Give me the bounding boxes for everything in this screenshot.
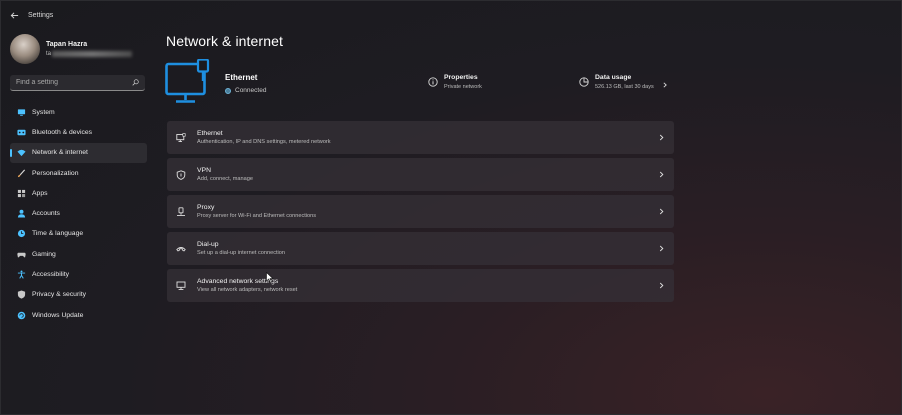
- settings-list: Ethernet Authentication, IP and DNS sett…: [167, 121, 674, 306]
- ethernet-monitor-icon: [176, 132, 186, 143]
- title-bar: Settings: [1, 1, 901, 29]
- phone-icon: [176, 244, 186, 254]
- user-profile[interactable]: Tapan Hazra ta: [10, 34, 133, 64]
- data-usage-title: Data usage: [595, 74, 632, 81]
- card-subtitle: Proxy server for Wi-Fi and Ethernet conn…: [197, 213, 317, 219]
- vpn-shield-icon: [176, 169, 186, 180]
- wifi-icon: [16, 148, 26, 158]
- ethernet-hero-icon: [165, 58, 215, 109]
- page-title: Network & internet: [166, 33, 283, 49]
- sidebar-item-windows-update[interactable]: Windows Update: [10, 305, 147, 325]
- back-button[interactable]: [3, 1, 25, 29]
- card-title: Dial-up: [197, 241, 219, 248]
- accessibility-icon: [16, 270, 26, 280]
- card-title: Ethernet: [197, 130, 223, 137]
- sidebar-item-system[interactable]: System: [10, 102, 147, 122]
- sidebar-item-label: Accessibility: [32, 271, 70, 279]
- app-title: Settings: [28, 11, 54, 19]
- dial-up-card[interactable]: Dial-up Set up a dial-up internet connec…: [167, 232, 674, 265]
- sidebar-item-label: Accounts: [32, 210, 60, 218]
- update-icon: [16, 310, 26, 320]
- data-usage-subtitle: 526.13 GB, last 30 days: [595, 84, 654, 90]
- data-usage-link[interactable]: Data usage 526.13 GB, last 30 days: [579, 74, 668, 90]
- card-subtitle: Set up a dial-up internet connection: [197, 250, 286, 256]
- chevron-right-icon: [662, 82, 668, 88]
- sidebar-item-network[interactable]: Network & internet: [10, 142, 147, 163]
- profile-email: ta: [46, 51, 133, 57]
- brush-icon: [16, 168, 26, 178]
- connection-title: Ethernet: [225, 73, 258, 82]
- mouse-cursor-icon: [266, 272, 274, 283]
- arrow-left-icon: [10, 11, 18, 19]
- sidebar-item-label: Time & language: [32, 230, 84, 238]
- properties-title: Properties: [444, 74, 478, 81]
- controller-icon: [16, 249, 26, 259]
- sidebar-item-personalization[interactable]: Personalization: [10, 163, 147, 183]
- search-icon[interactable]: [132, 79, 139, 86]
- network-pc-icon: [176, 281, 186, 291]
- status-dot-icon: [225, 87, 231, 94]
- chevron-right-icon: [658, 245, 665, 252]
- ethernet-card[interactable]: Ethernet Authentication, IP and DNS sett…: [167, 121, 674, 154]
- search-box[interactable]: [10, 75, 145, 91]
- sidebar-item-label: Bluetooth & devices: [32, 128, 93, 136]
- chevron-right-icon: [658, 208, 665, 215]
- search-input[interactable]: [16, 79, 132, 86]
- card-subtitle: View all network adapters, network reset: [197, 287, 298, 293]
- card-title: Proxy: [197, 204, 215, 211]
- sidebar-item-gaming[interactable]: Gaming: [10, 244, 147, 264]
- properties-subtitle: Private network: [444, 84, 482, 90]
- vpn-card[interactable]: VPN Add, connect, manage: [167, 158, 674, 191]
- chevron-right-icon: [658, 171, 665, 178]
- profile-name: Tapan Hazra: [46, 41, 88, 48]
- sidebar-nav: System Bluetooth & devices Network & int…: [10, 102, 147, 325]
- sidebar-item-label: Apps: [32, 189, 48, 197]
- sidebar-item-accounts[interactable]: Accounts: [10, 203, 147, 223]
- avatar: [10, 34, 40, 64]
- sidebar-item-privacy[interactable]: Privacy & security: [10, 285, 147, 305]
- advanced-network-settings-card[interactable]: Advanced network settings View all netwo…: [167, 269, 674, 302]
- shield-icon: [16, 290, 26, 300]
- sidebar-item-label: System: [32, 108, 55, 116]
- sidebar-item-apps[interactable]: Apps: [10, 183, 147, 203]
- person-icon: [16, 209, 26, 219]
- sidebar-item-label: Privacy & security: [32, 291, 87, 299]
- apps-icon: [16, 188, 26, 198]
- card-subtitle: Add, connect, manage: [197, 176, 253, 182]
- proxy-card[interactable]: Proxy Proxy server for Wi-Fi and Etherne…: [167, 195, 674, 228]
- sidebar-item-label: Network & internet: [32, 149, 88, 157]
- sidebar-item-label: Personalization: [32, 169, 79, 177]
- chevron-right-icon: [658, 134, 665, 141]
- email-redaction: [52, 51, 133, 57]
- card-title: VPN: [197, 167, 211, 174]
- bluetooth-icon: [16, 127, 26, 137]
- proxy-icon: [176, 206, 186, 217]
- settings-window: Settings Tapan Hazra ta System Bluetooth…: [0, 0, 902, 415]
- sidebar-item-label: Windows Update: [32, 311, 84, 319]
- card-subtitle: Authentication, IP and DNS settings, met…: [197, 139, 331, 145]
- properties-link[interactable]: Properties Private network: [428, 74, 482, 90]
- chevron-right-icon: [658, 282, 665, 289]
- sidebar-item-label: Gaming: [32, 250, 56, 258]
- data-usage-icon: [579, 77, 589, 87]
- profile-email-visible: ta: [46, 51, 52, 57]
- sidebar-item-time-language[interactable]: Time & language: [10, 224, 147, 244]
- connection-status: Connected: [225, 87, 266, 94]
- monitor-icon: [16, 107, 26, 117]
- sidebar-item-bluetooth[interactable]: Bluetooth & devices: [10, 122, 147, 142]
- sidebar-item-accessibility[interactable]: Accessibility: [10, 264, 147, 284]
- globe-clock-icon: [16, 229, 26, 239]
- info-icon: [428, 77, 438, 87]
- connection-status-text: Connected: [235, 87, 267, 94]
